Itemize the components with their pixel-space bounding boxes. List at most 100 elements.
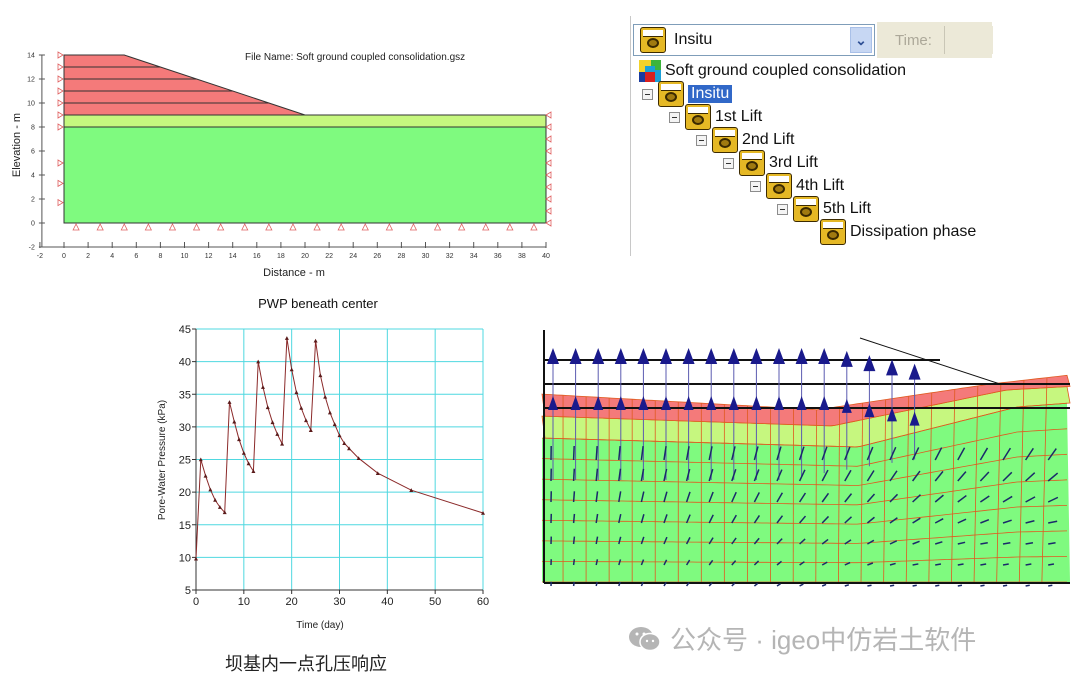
data-point xyxy=(337,433,342,438)
collapse-toggle[interactable] xyxy=(642,88,653,100)
displacement-vector xyxy=(1002,563,1009,566)
x-tick-label: 0 xyxy=(62,253,66,260)
chart-x-label: Time (day) xyxy=(296,620,343,631)
x-tick-label: 36 xyxy=(494,253,502,260)
displacement-vector xyxy=(776,583,781,587)
x-tick-label: 10 xyxy=(238,596,250,608)
arrow-head xyxy=(728,396,739,410)
y-axis-label: Elevation - m xyxy=(11,113,23,177)
y-tick-label: 25 xyxy=(179,455,191,467)
wechat-icon xyxy=(628,625,662,653)
collapse-toggle[interactable] xyxy=(723,157,734,169)
stage-dropdown[interactable]: Insitu ⌄ xyxy=(633,24,875,56)
data-point xyxy=(232,419,237,424)
y-tick-label: 10 xyxy=(27,101,35,108)
y-tick-label: 8 xyxy=(31,125,35,132)
data-point xyxy=(327,410,332,415)
displacement-vector xyxy=(595,581,598,587)
x-tick-label: 40 xyxy=(542,253,550,260)
x-tick-label: 14 xyxy=(229,253,237,260)
arrow-head xyxy=(819,396,830,410)
stage-icon xyxy=(658,81,684,107)
left-boundary-marker xyxy=(57,111,64,119)
chart-y-label: Pore-Water Pressure (kPa) xyxy=(157,400,168,520)
arrow-head xyxy=(886,359,898,376)
x-tick-label: 6 xyxy=(134,253,138,260)
displacement-vector xyxy=(980,584,985,587)
tree-item-label: 2nd Lift xyxy=(742,131,795,148)
collapse-toggle[interactable] xyxy=(777,203,788,215)
tree-item[interactable]: 5th Lift xyxy=(777,196,871,222)
soft-clay-layer xyxy=(63,126,547,224)
displacement-vector xyxy=(572,468,576,482)
tree-item[interactable]: 3rd Lift xyxy=(723,150,818,176)
displacement-vector xyxy=(912,563,919,566)
arrow-head xyxy=(795,348,808,364)
time-label: Time: xyxy=(895,31,932,49)
right-boundary-marker xyxy=(545,111,552,119)
y-tick-label: 10 xyxy=(179,552,191,564)
x-tick-label: 60 xyxy=(477,596,489,608)
displacement-vector xyxy=(595,445,598,461)
displacement-vector xyxy=(1048,584,1053,587)
tree-item[interactable]: Insitu xyxy=(642,81,733,107)
data-point xyxy=(208,487,213,492)
tree-item-label: 1st Lift xyxy=(715,108,763,125)
displacement-vector xyxy=(957,584,963,587)
tree-item-label: Soft ground coupled consolidation xyxy=(665,62,907,79)
y-tick-label: 15 xyxy=(179,520,191,532)
tree-item-label: 4th Lift xyxy=(796,177,845,194)
left-boundary-marker xyxy=(57,159,64,167)
stage-icon xyxy=(640,27,666,53)
tree-item[interactable]: 1st Lift xyxy=(669,104,763,130)
time-input[interactable] xyxy=(944,26,993,54)
x-tick-label: 22 xyxy=(325,253,333,260)
displacement-vector xyxy=(572,445,575,461)
y-tick-label: 35 xyxy=(179,389,191,401)
tree-item[interactable]: 2nd Lift xyxy=(696,127,795,153)
x-tick-label: 28 xyxy=(398,253,406,260)
arrow-head xyxy=(706,396,717,410)
displacement-vector xyxy=(912,584,917,587)
displacement-vector xyxy=(572,559,576,566)
y-tick-label: 45 xyxy=(179,324,191,336)
left-boundary-marker xyxy=(57,63,64,71)
data-point xyxy=(308,428,313,432)
upper-soil-layer xyxy=(63,114,547,128)
y-tick-label: -2 xyxy=(29,245,35,252)
x-tick-label: 34 xyxy=(470,253,478,260)
tree-item[interactable]: Dissipation phase xyxy=(804,219,976,245)
arrow-head xyxy=(750,348,763,364)
displacement-vector xyxy=(935,584,940,587)
right-boundary-marker xyxy=(545,195,552,203)
collapse-toggle[interactable] xyxy=(669,111,680,123)
tree-item[interactable]: Soft ground coupled consolidation xyxy=(639,59,906,83)
stage-icon xyxy=(739,150,765,176)
geometry-plot: File Name: Soft ground coupled consolida… xyxy=(11,51,552,279)
displacement-vector xyxy=(1002,584,1008,587)
x-tick-label: 30 xyxy=(422,253,430,260)
x-tick-label: 50 xyxy=(429,596,441,608)
data-point xyxy=(275,432,280,436)
fixed-boundary-marker xyxy=(506,223,514,231)
fixed-boundary-marker xyxy=(385,223,393,231)
fixed-boundary-marker xyxy=(241,223,249,231)
arrow-head xyxy=(592,348,605,364)
x-tick-label: 32 xyxy=(446,253,454,260)
x-tick-label: 30 xyxy=(333,596,345,608)
displacement-vector xyxy=(1025,563,1032,566)
data-point xyxy=(241,450,246,455)
x-tick-label: 18 xyxy=(277,253,285,260)
fixed-boundary-marker xyxy=(144,223,152,231)
fixed-boundary-marker xyxy=(409,223,418,231)
collapse-toggle[interactable] xyxy=(696,134,707,146)
displacement-vector xyxy=(572,581,575,587)
collapse-toggle[interactable] xyxy=(750,180,761,192)
chevron-down-icon[interactable]: ⌄ xyxy=(850,27,872,53)
displacement-vector xyxy=(844,584,850,587)
tree-item[interactable]: 4th Lift xyxy=(750,173,845,199)
fixed-boundary-marker xyxy=(289,223,297,231)
data-point xyxy=(203,473,208,478)
data-point xyxy=(213,497,218,502)
right-boundary-marker xyxy=(545,207,552,215)
